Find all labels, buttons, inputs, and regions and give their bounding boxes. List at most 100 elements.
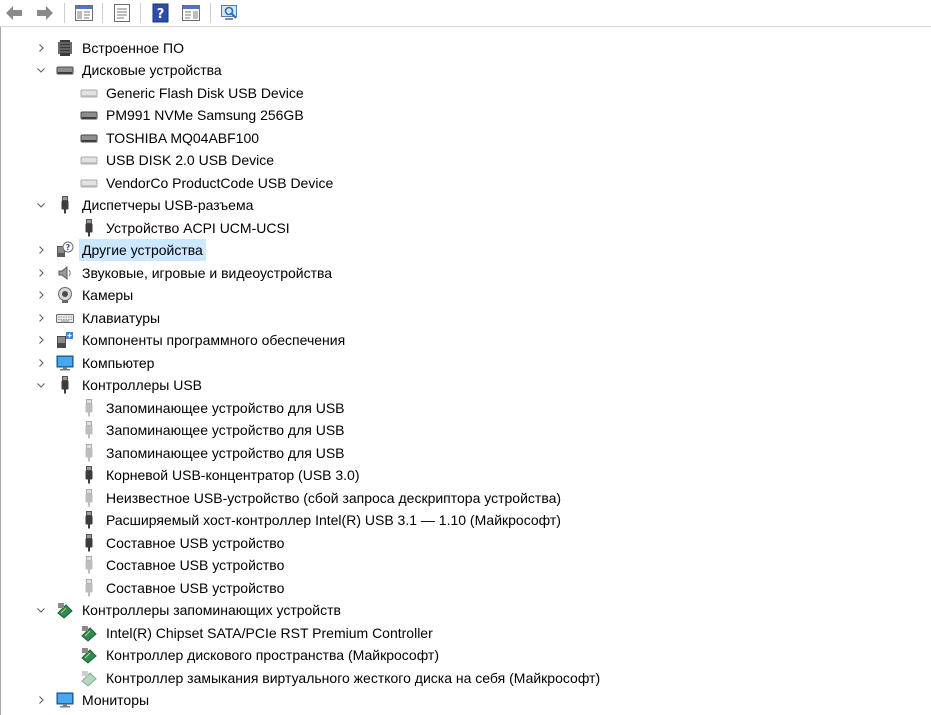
tree-item-label[interactable]: Контроллер дискового пространства (Майкр… [103,644,442,666]
chevron-right-icon[interactable] [34,329,48,351]
tree-device-row[interactable]: Intel(R) Chipset SATA/PCIe RST Premium C… [1,622,931,644]
tree-category-row[interactable]: Дисковые устройства [1,59,931,81]
chevron-down-icon[interactable] [34,599,48,621]
tree-category-row[interactable]: Камеры [1,284,931,306]
monitor-icon [56,354,74,372]
tree-item-label[interactable]: Контроллер замыкания виртуального жестко… [103,667,603,689]
chevron-right-icon[interactable] [34,284,48,306]
tree-category-row[interactable]: Компьютер [1,352,931,374]
tree-device-row[interactable]: Составное USB устройство [1,577,931,599]
toolbar-separator [64,3,65,23]
tree-item-label[interactable]: Звуковые, игровые и видеоустройства [79,262,335,284]
chevron-down-icon[interactable] [34,59,48,81]
back-arrow-icon[interactable] [3,2,25,24]
svg-text:?: ? [66,243,71,252]
tree-item-label[interactable]: Встроенное ПО [79,37,187,59]
tree-device-row[interactable]: Корневой USB-концентратор (USB 3.0) [1,464,931,486]
tree-item-label[interactable]: Контроллеры USB [79,374,205,396]
chevron-right-icon[interactable] [34,352,48,374]
tree-category-row[interactable]: Встроенное ПО [1,37,931,59]
tree-item-label[interactable]: Расширяемый хост-контроллер Intel(R) USB… [103,509,564,531]
tree-item-label[interactable]: TOSHIBA MQ04ABF100 [103,127,262,149]
tree-item-label[interactable]: Запоминающее устройство для USB [103,419,348,441]
tree-category-row[interactable]: Мониторы [1,689,931,711]
tree-item-label[interactable]: Составное USB устройство [103,577,287,599]
chevron-right-icon[interactable] [34,262,48,284]
tree-device-row[interactable]: Составное USB устройство [1,554,931,576]
show-hide-console-tree-icon[interactable] [73,2,95,24]
action-pane-icon[interactable] [180,2,202,24]
usb-light-icon [80,488,98,507]
tree-device-row[interactable]: Расширяемый хост-контроллер Intel(R) USB… [1,509,931,531]
tree-item-label[interactable]: Контроллеры запоминающих устройств [79,599,344,621]
monitor-icon [56,691,74,709]
svg-text:?: ? [157,7,165,22]
chevron-right-icon[interactable] [34,307,48,329]
chevron-down-icon[interactable] [34,194,48,216]
usb-light-icon [80,578,98,597]
tree-category-row[interactable]: Диспетчеры USB-разъема [1,194,931,216]
tree-device-row[interactable]: PM991 NVMe Samsung 256GB [1,104,931,126]
device-tree[interactable]: Встроенное ПО Дисковые устройства Generic … [0,27,931,715]
tree-category-row[interactable]: Контроллеры USB [1,374,931,396]
unknown-device-icon: ? [56,241,74,259]
tree-device-row[interactable]: USB DISK 2.0 USB Device [1,149,931,171]
chevron-right-icon[interactable] [34,239,48,261]
tree-item-label[interactable]: Камеры [79,284,136,306]
tree-device-row[interactable]: Контроллер замыкания виртуального жестко… [1,667,931,689]
disk-drive-light-icon [80,84,98,102]
webcam-icon [56,286,74,304]
tree-item-label[interactable]: Дисковые устройства [79,59,225,81]
tree-item-label[interactable]: Generic Flash Disk USB Device [103,82,307,104]
usb-connector-icon [80,466,98,484]
tree-device-row[interactable]: Устройство ACPI UCM-UCSI [1,217,931,239]
usb-connector-icon [80,218,98,237]
tree-device-row[interactable]: Запоминающее устройство для USB [1,397,931,419]
chevron-right-icon[interactable] [34,37,48,59]
tree-item-label[interactable]: Другие устройства [79,239,206,261]
tree-item-label[interactable]: Устройство ACPI UCM-UCSI [103,217,293,239]
tree-item-label[interactable]: Составное USB устройство [103,554,287,576]
tree-device-row[interactable]: Неизвестное USB-устройство (сбой запроса… [1,487,931,509]
tree-item-label[interactable]: Неизвестное USB-устройство (сбой запроса… [103,487,564,509]
tree-device-row[interactable]: VendorCo ProductCode USB Device [1,172,931,194]
firmware-icon [56,39,74,57]
usb-light-icon [80,556,98,574]
tree-device-row[interactable]: TOSHIBA MQ04ABF100 [1,127,931,149]
tree-item-label[interactable]: Мониторы [79,689,152,711]
forward-arrow-icon[interactable] [34,2,56,24]
tree-item-label[interactable]: Запоминающее устройство для USB [103,397,348,419]
toolbar: ? [0,0,931,27]
chevron-right-icon[interactable] [34,689,48,711]
tree-category-row[interactable]: Контроллеры запоминающих устройств [1,599,931,621]
disk-drive-light-icon [80,174,98,192]
tree-category-row[interactable]: Клавиатуры [1,307,931,329]
tree-category-row[interactable]: Звуковые, игровые и видеоустройства [1,262,931,284]
tree-item-label[interactable]: Запоминающее устройство для USB [103,442,348,464]
usb-light-icon [80,421,98,439]
tree-device-row[interactable]: Запоминающее устройство для USB [1,419,931,441]
tree-item-label[interactable]: VendorCo ProductCode USB Device [103,172,336,194]
tree-item-label[interactable]: Клавиатуры [79,307,163,329]
tree-device-row[interactable]: Запоминающее устройство для USB [1,442,931,464]
tree-category-row[interactable]: Компоненты программного обеспечения [1,329,931,351]
tree-item-label[interactable]: PM991 NVMe Samsung 256GB [103,104,307,126]
help-icon[interactable]: ? [150,2,172,24]
tree-device-row[interactable]: Составное USB устройство [1,532,931,554]
tree-category-row[interactable]: ? Другие устройства [1,239,931,261]
chevron-down-icon[interactable] [34,374,48,396]
usb-connector-icon [56,376,74,394]
tree-item-label[interactable]: Компьютер [79,352,157,374]
tree-device-row[interactable]: Generic Flash Disk USB Device [1,82,931,104]
tree-device-row[interactable]: Контроллер дискового пространства (Майкр… [1,644,931,666]
tree-item-label[interactable]: Корневой USB-концентратор (USB 3.0) [103,464,363,486]
tree-item-label[interactable]: Intel(R) Chipset SATA/PCIe RST Premium C… [103,622,436,644]
tree-item-label[interactable]: Составное USB устройство [103,532,287,554]
tree-item-label[interactable]: USB DISK 2.0 USB Device [103,149,277,171]
tree-item-label[interactable]: Диспетчеры USB-разъема [79,194,256,216]
usb-connector-icon [80,511,98,529]
scan-hardware-icon[interactable] [219,2,241,24]
properties-icon[interactable] [111,2,133,24]
tree-item-label[interactable]: Компоненты программного обеспечения [79,329,348,351]
toolbar-separator [140,3,141,23]
